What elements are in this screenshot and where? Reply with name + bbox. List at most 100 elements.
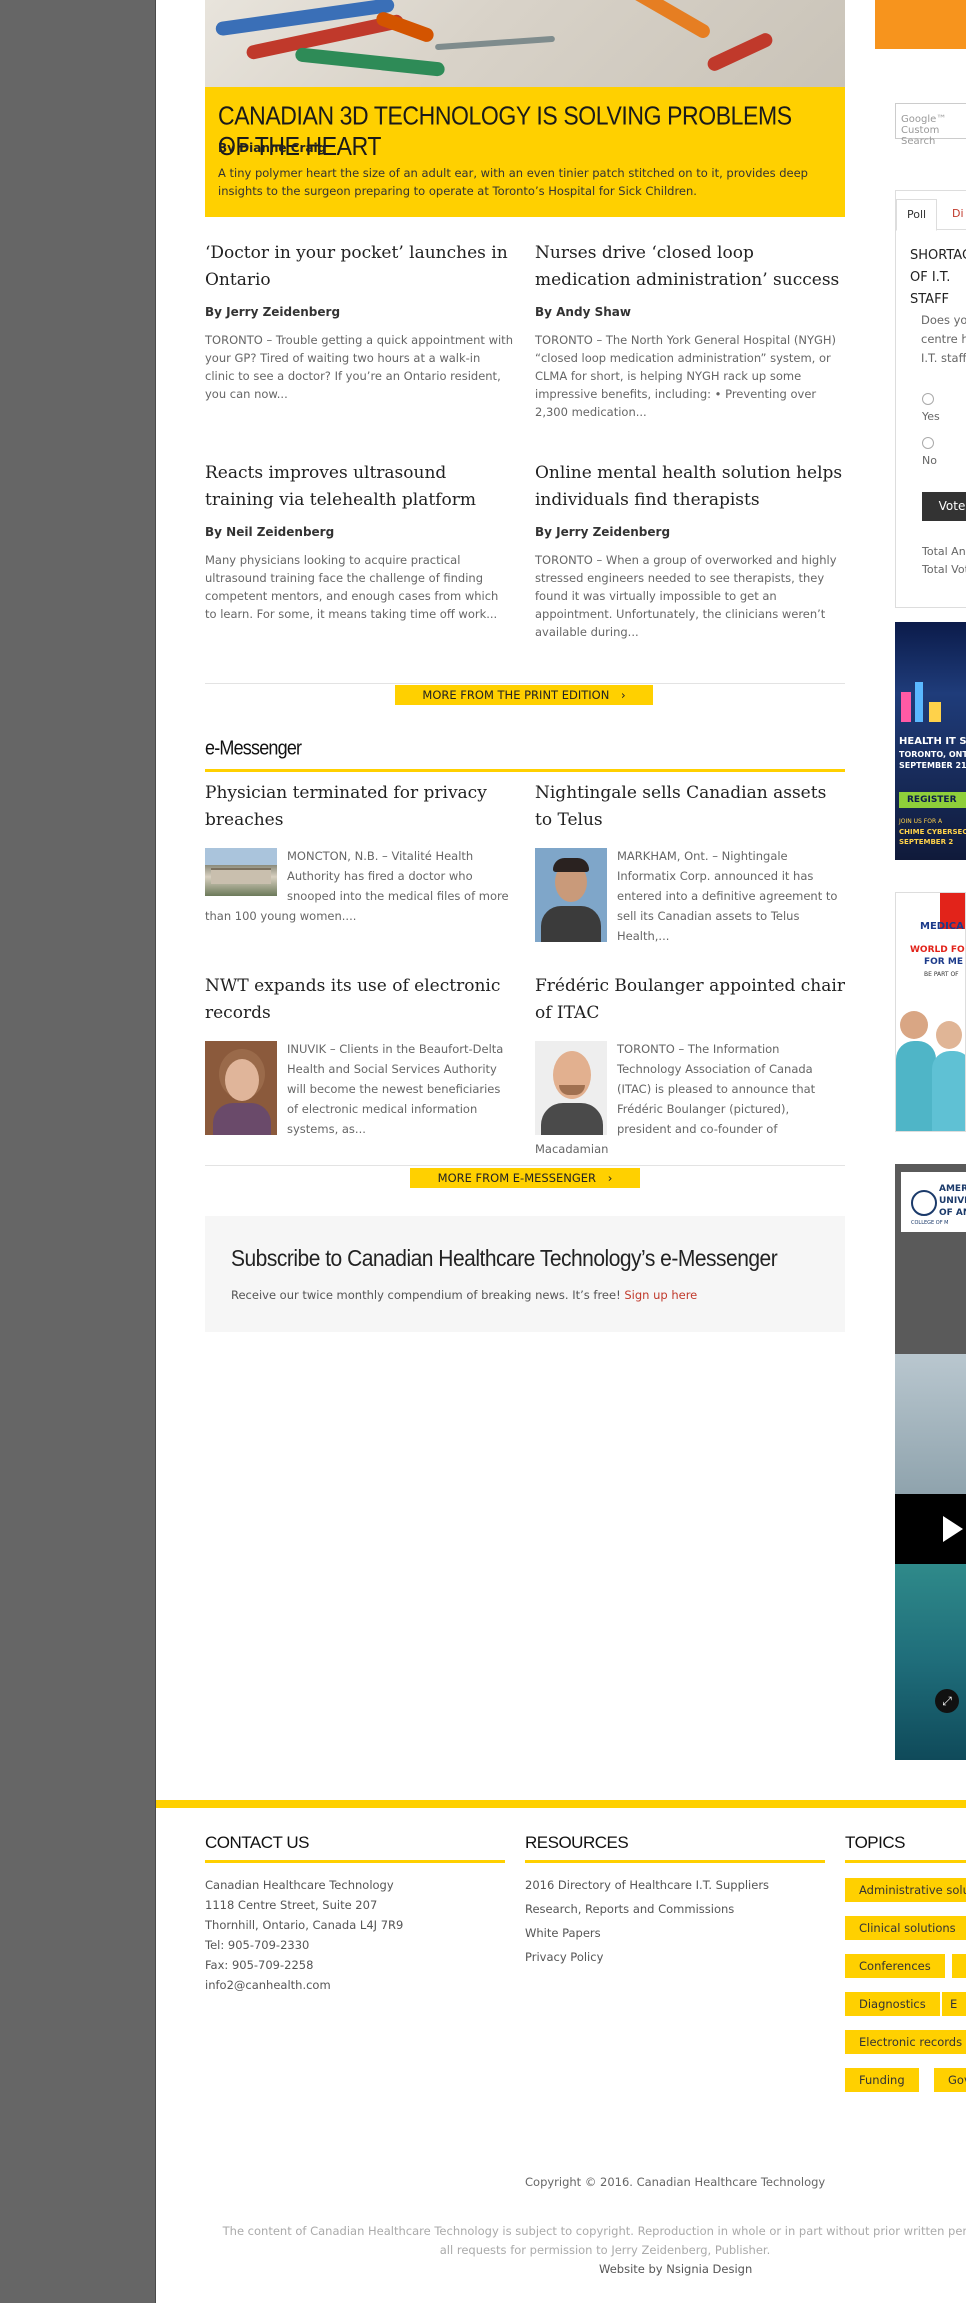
university-video-ad[interactable]: AMER UNIVE OF AN COLLEGE OF M ⤢ bbox=[895, 1164, 966, 1760]
search-input[interactable]: Google™ Custom Search bbox=[895, 103, 966, 147]
topic-tag[interactable]: Diagnostics bbox=[845, 1992, 940, 2016]
emessenger-item: NWT expands its use of electronic record… bbox=[205, 973, 515, 1139]
vote-button[interactable]: Vote bbox=[922, 492, 966, 521]
article-title[interactable]: Online mental health solution helps indi… bbox=[535, 460, 843, 514]
divider bbox=[205, 683, 845, 684]
contact-column: CONTACT US Canadian Healthcare Technolog… bbox=[205, 1826, 505, 1995]
tab-poll[interactable]: Poll bbox=[896, 199, 938, 231]
university-logo: AMER UNIVE OF AN COLLEGE OF M bbox=[901, 1172, 966, 1232]
sign-up-link[interactable]: Sign up here bbox=[624, 1288, 697, 1302]
article-byline: By Andy Shaw bbox=[535, 305, 631, 319]
resources-column: RESOURCES 2016 Directory of Healthcare I… bbox=[525, 1826, 825, 1967]
portrait-thumbnail[interactable] bbox=[205, 1041, 277, 1135]
topic-tag-partial[interactable] bbox=[952, 1954, 966, 1978]
page: CANADIAN 3D TECHNOLOGY IS SOLVING PROBLE… bbox=[156, 0, 966, 2303]
poll-description-line: centre have bbox=[921, 332, 966, 346]
portrait-thumbnail[interactable] bbox=[535, 1041, 607, 1135]
tab-discussion[interactable]: Di bbox=[942, 199, 966, 229]
contact-line: Tel: 905-709-2330 bbox=[205, 1938, 310, 1952]
footer-divider bbox=[156, 1800, 966, 1808]
resource-link[interactable]: Privacy Policy bbox=[525, 1947, 825, 1967]
emessenger-heading: e-Messenger bbox=[205, 734, 845, 772]
more-emessenger-label: MORE FROM E-MESSENGER bbox=[437, 1171, 597, 1185]
copyright: Copyright © 2016. Canadian Healthcare Te… bbox=[525, 2175, 826, 2189]
disclaimer: The content of Canadian Healthcare Techn… bbox=[205, 2222, 966, 2260]
poll-option-label: No bbox=[922, 454, 937, 467]
article-excerpt: TORONTO – The North York General Hospita… bbox=[535, 333, 837, 419]
video-player[interactable] bbox=[895, 1494, 966, 1564]
topic-tag-partial[interactable]: E bbox=[942, 1992, 966, 2016]
health-it-summit-ad[interactable]: HEALTH IT S TORONTO, ONT SEPTEMBER 21 RE… bbox=[895, 622, 966, 860]
ad-text: SEPTEMBER 21 bbox=[899, 761, 966, 770]
topic-tag[interactable]: Clinical solutions bbox=[845, 1916, 966, 1940]
article-card: Online mental health solution helps indi… bbox=[535, 460, 843, 641]
article-byline: By Neil Zeidenberg bbox=[205, 525, 335, 539]
poll-radio-yes[interactable] bbox=[922, 393, 934, 405]
chevron-right-icon: › bbox=[607, 1171, 613, 1185]
article-excerpt: TORONTO – Trouble getting a quick appoin… bbox=[205, 333, 513, 401]
resource-link[interactable]: 2016 Directory of Healthcare I.T. Suppli… bbox=[525, 1875, 825, 1895]
hero-image[interactable] bbox=[205, 0, 845, 87]
website-credit[interactable]: Website by Nsignia Design bbox=[599, 2262, 752, 2276]
chevron-right-icon: › bbox=[620, 688, 626, 702]
topic-tag[interactable]: Administrative solu bbox=[845, 1878, 966, 1902]
portrait-thumbnail[interactable] bbox=[535, 848, 607, 942]
more-print-edition-label: MORE FROM THE PRINT EDITION bbox=[422, 688, 610, 702]
emessenger-item: Frédéric Boulanger appointed chair of IT… bbox=[535, 973, 845, 1159]
poll-radio-no[interactable] bbox=[922, 437, 934, 449]
ad-text: HEALTH IT S bbox=[899, 736, 966, 747]
medica-ad[interactable]: MEDICA WORLD FO FOR ME BE PART OF bbox=[895, 892, 966, 1132]
topic-tag[interactable]: Funding bbox=[845, 2068, 919, 2092]
article-byline: By Jerry Zeidenberg bbox=[535, 525, 671, 539]
more-print-edition-button[interactable]: MORE FROM THE PRINT EDITION › bbox=[395, 685, 653, 705]
register-button[interactable]: REGISTER bbox=[899, 792, 966, 808]
article-card: Reacts improves ultrasound training via … bbox=[205, 460, 513, 623]
contact-line: 1118 Centre Street, Suite 207 bbox=[205, 1898, 378, 1912]
resource-link[interactable]: Research, Reports and Commissions bbox=[525, 1899, 825, 1919]
expand-icon[interactable]: ⤢ bbox=[935, 1689, 959, 1713]
ad-text: BE PART OF bbox=[924, 971, 959, 978]
search-placeholder: Google™ Custom Search bbox=[901, 114, 947, 147]
more-emessenger-button[interactable]: MORE FROM E-MESSENGER › bbox=[410, 1168, 640, 1188]
poll-total-answers: Total Answers bbox=[922, 545, 966, 558]
subscribe-description: Receive our twice monthly compendium of … bbox=[231, 1288, 621, 1302]
emessenger-title[interactable]: Physician terminated for privacy breache… bbox=[205, 780, 515, 834]
ad-text: UNIVE bbox=[939, 1196, 966, 1206]
sidebar-banner[interactable] bbox=[875, 0, 966, 49]
resource-link[interactable]: White Papers bbox=[525, 1923, 825, 1943]
contact-email[interactable]: info2@canhealth.com bbox=[205, 1975, 505, 1995]
divider bbox=[205, 1165, 845, 1166]
ad-text: SEPTEMBER 2 bbox=[899, 838, 954, 846]
article-title[interactable]: ‘Doctor in your pocket’ launches in Onta… bbox=[205, 240, 513, 294]
building-thumbnail[interactable] bbox=[205, 848, 277, 896]
topic-tag[interactable]: Electronic records bbox=[845, 2030, 966, 2054]
poll-tabs: Poll Di bbox=[896, 191, 966, 231]
emessenger-title[interactable]: Nightingale sells Canadian assets to Tel… bbox=[535, 780, 845, 834]
article-card: ‘Doctor in your pocket’ launches in Onta… bbox=[205, 240, 513, 403]
topic-tag[interactable]: Conferences bbox=[845, 1954, 945, 1978]
topics-column: TOPICS bbox=[845, 1826, 966, 1863]
article-title[interactable]: Nurses drive ‘closed loop medication adm… bbox=[535, 240, 843, 294]
emessenger-title[interactable]: Frédéric Boulanger appointed chair of IT… bbox=[535, 973, 845, 1027]
poll-widget: Poll Di SHORTAGE OF I.T. STAFF Does your… bbox=[895, 190, 966, 608]
article-excerpt: TORONTO – When a group of overworked and… bbox=[535, 553, 837, 639]
contact-heading: CONTACT US bbox=[205, 1826, 505, 1863]
emessenger-title[interactable]: NWT expands its use of electronic record… bbox=[205, 973, 515, 1027]
topic-tag[interactable]: Gove bbox=[934, 2068, 966, 2092]
ad-text: COLLEGE OF M bbox=[911, 1220, 949, 1226]
article-excerpt: Many physicians looking to acquire pract… bbox=[205, 553, 499, 621]
poll-total-voters: Total Voters bbox=[922, 563, 966, 576]
poll-description-line: Does your bbox=[921, 313, 966, 327]
play-icon[interactable] bbox=[943, 1516, 963, 1542]
contact-line: Fax: 905-709-2258 bbox=[205, 1958, 314, 1972]
hero-feature[interactable]: CANADIAN 3D TECHNOLOGY IS SOLVING PROBLE… bbox=[205, 87, 845, 217]
subscribe-text: Receive our twice monthly compendium of … bbox=[231, 1288, 697, 1302]
hero-summary: A tiny polymer heart the size of an adul… bbox=[218, 166, 808, 198]
section-title: e-Messenger bbox=[205, 736, 302, 759]
article-title[interactable]: Reacts improves ultrasound training via … bbox=[205, 460, 513, 514]
emessenger-excerpt: MARKHAM, Ont. – Nightingale Informatix C… bbox=[617, 849, 838, 943]
ad-text: FOR ME bbox=[924, 957, 963, 967]
topics-heading: TOPICS bbox=[845, 1826, 966, 1863]
ad-text: WORLD FO bbox=[910, 945, 965, 955]
contact-line: Thornhill, Ontario, Canada L4J 7R9 bbox=[205, 1918, 404, 1932]
